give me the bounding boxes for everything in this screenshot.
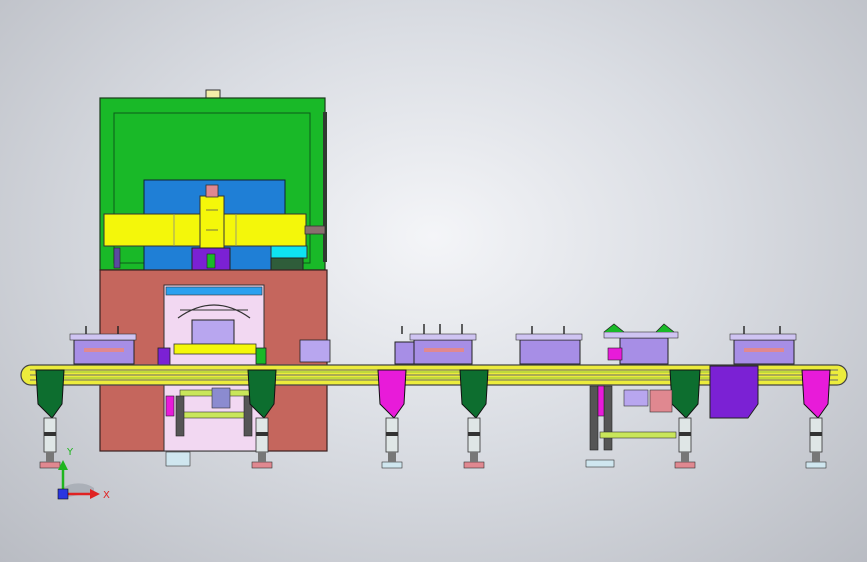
press-cyan-module: [270, 245, 308, 259]
y-axis-label: Y: [66, 447, 74, 458]
press-fixture: [191, 319, 235, 345]
fixture-5: [729, 326, 797, 365]
fixture-4: [603, 323, 679, 365]
z-axis-cube: [57, 488, 69, 500]
x-axis-label: X: [103, 490, 110, 501]
press-machine: [99, 89, 331, 452]
leg-3: [377, 369, 407, 469]
leg-6: [801, 369, 831, 469]
purple-hopper: [709, 365, 759, 419]
leg-1: [35, 369, 65, 469]
leg-5: [669, 369, 701, 469]
fixture-3: [515, 326, 583, 365]
press-side-bar: [323, 112, 327, 262]
leg-4: [459, 369, 489, 469]
coordinate-triad[interactable]: Y X: [57, 447, 110, 501]
press-cylinder: [199, 195, 225, 249]
cad-viewport[interactable]: Y X: [0, 0, 867, 562]
assembly-drawing: Y X: [20, 89, 848, 501]
fixture-2: [394, 324, 477, 365]
